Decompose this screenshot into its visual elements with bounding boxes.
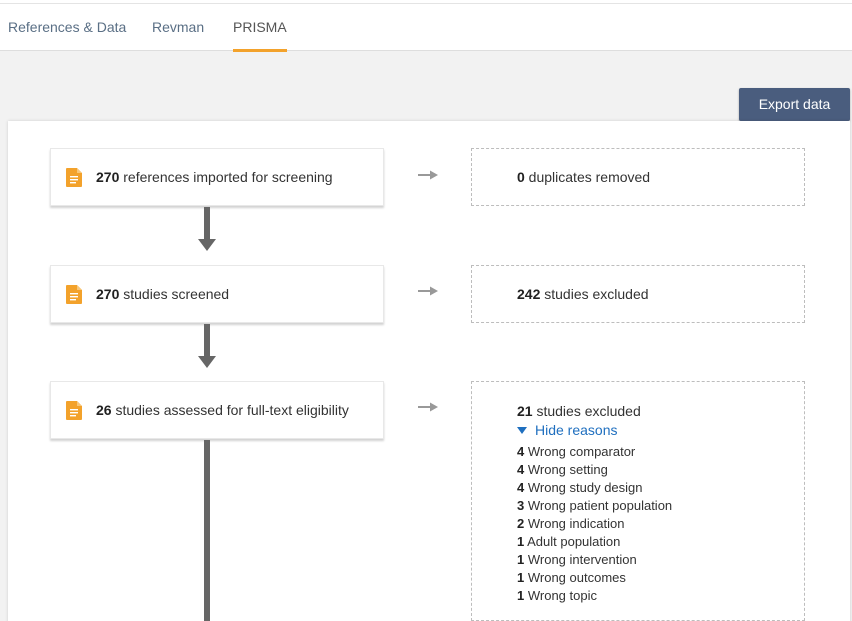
reason-label: Adult population	[524, 534, 621, 549]
tab-prisma[interactable]: PRISMA	[233, 4, 287, 52]
duplicates-text: 0 duplicates removed	[517, 149, 650, 205]
duplicates-label: duplicates removed	[524, 169, 651, 185]
duplicates-box: 0 duplicates removed	[471, 148, 805, 206]
exclusion-reasons-list: 4 Wrong comparator 4 Wrong setting 4 Wro…	[517, 443, 672, 605]
imported-text: 270 references imported for screening	[96, 149, 333, 205]
reason-label: Wrong setting	[524, 462, 608, 477]
hide-reasons-toggle[interactable]: Hide reasons	[517, 422, 618, 438]
fulltext-excluded-box: 21 studies excluded Hide reasons 4 Wrong…	[471, 381, 805, 621]
reason-label: Wrong study design	[524, 480, 643, 495]
reason-item: 4 Wrong comparator	[517, 443, 672, 461]
fulltext-excluded-count: 21	[517, 403, 533, 419]
reason-label: Wrong outcomes	[524, 570, 626, 585]
screen-excluded-text: 242 studies excluded	[517, 266, 649, 322]
screen-excluded-count: 242	[517, 286, 541, 302]
fulltext-excluded-label: studies excluded	[532, 403, 641, 419]
reason-item: 4 Wrong setting	[517, 461, 672, 479]
arrow-right-icon	[418, 170, 438, 180]
document-icon	[66, 168, 82, 187]
reason-label: Wrong intervention	[524, 552, 637, 567]
reason-item: 1 Adult population	[517, 533, 672, 551]
reason-item: 1 Wrong outcomes	[517, 569, 672, 587]
tab-bar: References & Data Revman PRISMA	[0, 4, 852, 52]
screened-label: studies screened	[119, 286, 230, 302]
reason-label: Wrong comparator	[524, 444, 636, 459]
tab-references-data[interactable]: References & Data	[8, 4, 126, 51]
triangle-down-icon	[517, 427, 527, 434]
reason-label: Wrong indication	[524, 516, 625, 531]
screen-excluded-box: 242 studies excluded	[471, 265, 805, 323]
reason-label: Wrong topic	[524, 588, 597, 603]
fulltext-excluded-text: 21 studies excluded	[517, 402, 641, 420]
imported-count: 270	[96, 169, 120, 185]
fulltext-count: 26	[96, 402, 112, 418]
arrow-right-icon	[418, 286, 438, 296]
fulltext-card: 26 studies assessed for full-text eligib…	[50, 381, 384, 439]
arrow-down-icon	[198, 324, 216, 368]
fulltext-text: 26 studies assessed for full-text eligib…	[96, 382, 349, 438]
reason-item: 1 Wrong topic	[517, 587, 672, 605]
duplicates-count: 0	[517, 169, 525, 185]
hide-reasons-label: Hide reasons	[535, 422, 618, 438]
document-icon	[66, 285, 82, 304]
flow-connector-line	[204, 440, 210, 621]
document-icon	[66, 401, 82, 420]
tab-revman[interactable]: Revman	[152, 4, 204, 51]
reason-item: 3 Wrong patient population	[517, 497, 672, 515]
prisma-panel: 270 references imported for screening 0 …	[8, 121, 850, 621]
arrow-right-icon	[418, 402, 438, 412]
reason-item: 4 Wrong study design	[517, 479, 672, 497]
screen-excluded-label: studies excluded	[540, 286, 649, 302]
screened-card: 270 studies screened	[50, 265, 384, 323]
export-data-button[interactable]: Export data	[739, 88, 850, 121]
screened-count: 270	[96, 286, 120, 302]
reason-label: Wrong patient population	[524, 498, 673, 513]
reason-item: 1 Wrong intervention	[517, 551, 672, 569]
arrow-down-icon	[198, 207, 216, 251]
fulltext-label: studies assessed for full-text eligibili…	[111, 402, 349, 418]
reason-item: 2 Wrong indication	[517, 515, 672, 533]
imported-label: references imported for screening	[119, 169, 333, 185]
screened-text: 270 studies screened	[96, 266, 229, 322]
imported-card: 270 references imported for screening	[50, 148, 384, 206]
